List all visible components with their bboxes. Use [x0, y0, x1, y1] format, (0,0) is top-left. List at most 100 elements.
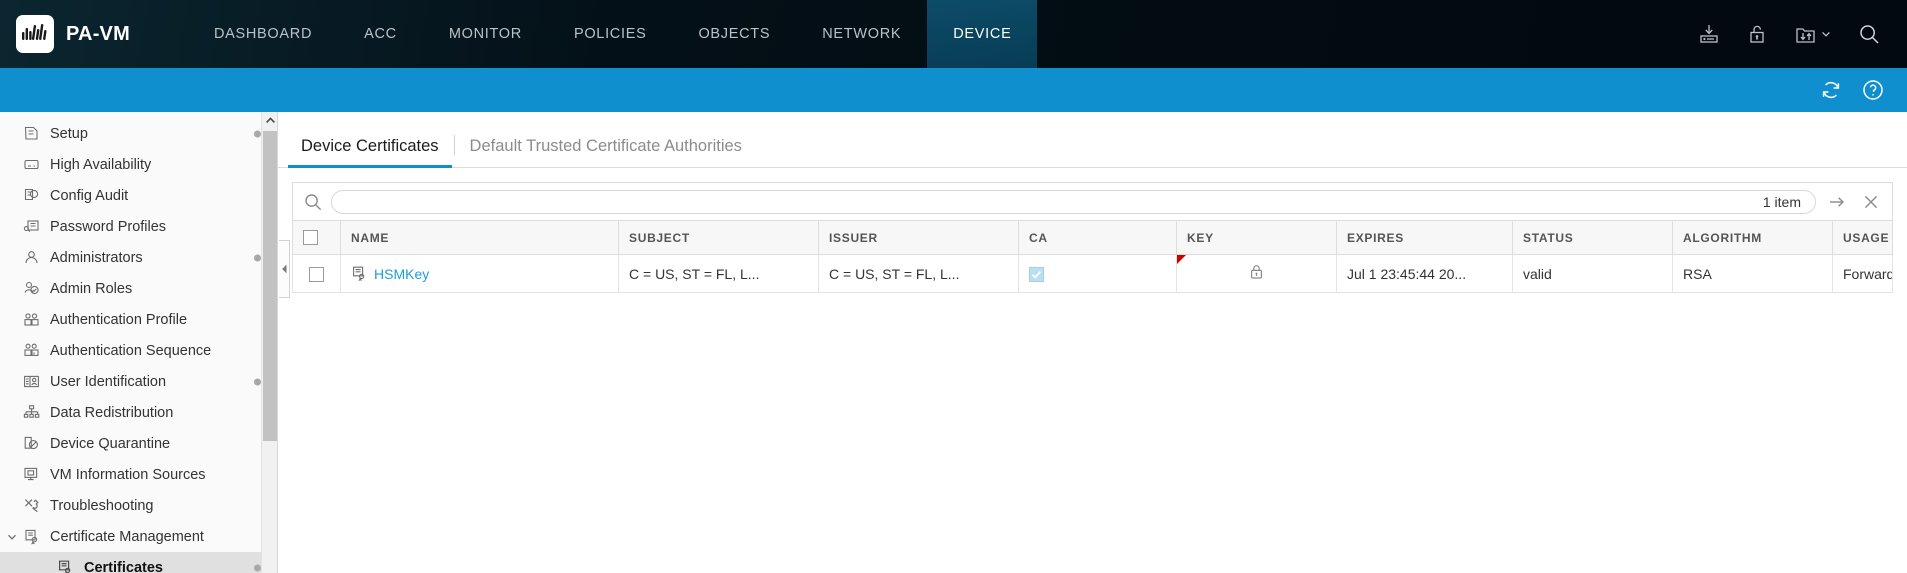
- column-header-subject[interactable]: SUBJECT: [618, 219, 819, 256]
- cell-key: [1176, 254, 1337, 294]
- device-quarantine-icon: [22, 434, 41, 453]
- sidebar-item-label: User Identification: [50, 373, 167, 390]
- table-header-row: NAME SUBJECT ISSUER CA KEY EXPIRES STATU…: [292, 219, 1893, 256]
- row-checkbox[interactable]: [309, 267, 324, 283]
- config-audit-icon: [22, 186, 41, 205]
- close-icon[interactable]: [1858, 192, 1884, 212]
- sidebar-item-label: Authentication Profile: [50, 311, 188, 328]
- authentication-profile-icon: [22, 310, 41, 329]
- table-area: 1 item NAME SUBJECT ISSUER CA KEY EXPIRE…: [278, 168, 1907, 573]
- sidebar-item-user-identification[interactable]: User Identification: [0, 366, 277, 397]
- nav-tab-acc[interactable]: ACC: [338, 0, 423, 68]
- sidebar-item-label: Troubleshooting: [50, 497, 154, 514]
- sidebar-item-label: Password Profiles: [50, 218, 167, 235]
- sidebar-item-label: Administrators: [50, 249, 143, 266]
- content-tabs: Device Certificates Default Trusted Cert…: [278, 112, 1907, 168]
- sidebar-item-label: High Availability: [50, 156, 152, 173]
- sidebar-item-device-quarantine[interactable]: Device Quarantine: [0, 428, 277, 459]
- nav-tab-network[interactable]: NETWORK: [796, 0, 927, 68]
- tab-default-trusted-certificate-authorities[interactable]: Default Trusted Certificate Authorities: [457, 137, 755, 167]
- arrow-right-icon[interactable]: [1824, 192, 1850, 212]
- body-container: Setup High Availability Config Audit Pas…: [0, 112, 1907, 573]
- data-redistribution-icon: [22, 403, 41, 422]
- column-header-key[interactable]: KEY: [1176, 219, 1337, 256]
- troubleshooting-icon: [22, 496, 41, 515]
- column-header-status[interactable]: STATUS: [1512, 219, 1673, 256]
- cell-name: HSMKey: [340, 254, 619, 294]
- main-content: Device Certificates Default Trusted Cert…: [278, 112, 1907, 573]
- sidebar-item-label: Authentication Sequence: [50, 342, 212, 359]
- sidebar-item-list: Setup High Availability Config Audit Pas…: [0, 112, 277, 573]
- sidebar-item-label: Data Redistribution: [50, 404, 174, 421]
- nav-tab-policies[interactable]: POLICIES: [548, 0, 673, 68]
- search-icon[interactable]: [303, 192, 323, 212]
- nav-tab-dashboard[interactable]: DASHBOARD: [188, 0, 338, 68]
- sidebar-item-dot: [254, 254, 261, 261]
- certificate-name-link[interactable]: HSMKey: [374, 266, 429, 282]
- sidebar-item-label: VM Information Sources: [50, 466, 206, 483]
- column-header-usage[interactable]: USAGE: [1832, 219, 1893, 256]
- certificates-table: NAME SUBJECT ISSUER CA KEY EXPIRES STATU…: [292, 219, 1893, 294]
- high-availability-icon: [22, 155, 41, 174]
- sidebar-item-vm-information-sources[interactable]: VM Information Sources: [0, 459, 277, 490]
- password-profiles-icon: [22, 217, 41, 236]
- table-row[interactable]: HSMKey C = US, ST = FL, L... C = US, ST …: [292, 254, 1893, 294]
- commit-icon[interactable]: [1698, 23, 1720, 45]
- certificate-icon: [351, 265, 368, 282]
- search-icon[interactable]: [1857, 22, 1881, 46]
- top-bar-actions: [1698, 0, 1907, 68]
- item-count-label: 1 item: [1762, 193, 1801, 210]
- sidebar-item-administrators[interactable]: Administrators: [0, 242, 277, 273]
- sidebar-item-authentication-sequence[interactable]: Authentication Sequence: [0, 335, 277, 366]
- unlock-icon[interactable]: [1746, 23, 1768, 45]
- help-icon[interactable]: [1861, 78, 1885, 102]
- nav-tab-objects[interactable]: OBJECTS: [672, 0, 796, 68]
- action-blue-bar: [0, 68, 1907, 112]
- chevron-down-icon[interactable]: [6, 531, 18, 543]
- chevron-up-icon[interactable]: [262, 112, 277, 129]
- column-header-expires[interactable]: EXPIRES: [1336, 219, 1513, 256]
- sidebar-item-high-availability[interactable]: High Availability: [0, 149, 277, 180]
- config-transfer-icon[interactable]: [1794, 23, 1831, 45]
- sidebar-item-label: Certificate Management: [50, 528, 204, 545]
- sidebar-item-password-profiles[interactable]: Password Profiles: [0, 211, 277, 242]
- column-header-name[interactable]: NAME: [340, 219, 619, 256]
- warning-flag-icon: [1177, 255, 1186, 265]
- collapse-left-icon[interactable]: [279, 240, 290, 298]
- sidebar-item-config-audit[interactable]: Config Audit: [0, 180, 277, 211]
- sidebar-item-setup[interactable]: Setup: [0, 118, 277, 149]
- sidebar-item-admin-roles[interactable]: Admin Roles: [0, 273, 277, 304]
- column-header-algorithm[interactable]: ALGORITHM: [1672, 219, 1833, 256]
- ca-checkbox[interactable]: [1029, 267, 1044, 283]
- sidebar-item-troubleshooting[interactable]: Troubleshooting: [0, 490, 277, 521]
- sidebar-item-authentication-profile[interactable]: Authentication Profile: [0, 304, 277, 335]
- sidebar-scrollbar[interactable]: [261, 112, 277, 573]
- sidebar-item-label: Certificates: [84, 559, 163, 573]
- column-header-issuer[interactable]: ISSUER: [818, 219, 1019, 256]
- sidebar-scrollbar-thumb[interactable]: [263, 131, 277, 441]
- sidebar-item-data-redistribution[interactable]: Data Redistribution: [0, 397, 277, 428]
- chevron-down-icon: [1822, 31, 1830, 37]
- column-header-ca[interactable]: CA: [1018, 219, 1177, 256]
- authentication-sequence-icon: [22, 341, 41, 360]
- row-select-cell: [292, 254, 341, 294]
- sidebar-item-label: Admin Roles: [50, 280, 133, 297]
- sidebar: Setup High Availability Config Audit Pas…: [0, 112, 278, 573]
- pan-waveform-logo-icon: [16, 15, 54, 53]
- sidebar-item-certificate-management[interactable]: Certificate Management: [0, 521, 277, 552]
- nav-tab-device[interactable]: DEVICE: [927, 0, 1038, 68]
- search-row: 1 item: [292, 182, 1893, 220]
- search-input[interactable]: [346, 193, 1763, 210]
- cell-issuer: C = US, ST = FL, L...: [818, 254, 1019, 294]
- select-all-checkbox[interactable]: [303, 230, 318, 246]
- sidebar-item-dot: [254, 378, 261, 385]
- user-identification-icon: [22, 372, 41, 391]
- top-navigation-bar: PA-VM DASHBOARD ACC MONITOR POLICIES OBJ…: [0, 0, 1907, 68]
- tab-device-certificates[interactable]: Device Certificates: [288, 137, 452, 168]
- cell-algorithm: RSA: [1672, 254, 1833, 294]
- nav-tab-monitor[interactable]: MONITOR: [423, 0, 548, 68]
- sidebar-item-certificates[interactable]: Certificates: [0, 552, 277, 573]
- lock-icon: [1248, 263, 1265, 281]
- sidebar-item-dot: [254, 130, 261, 137]
- refresh-icon[interactable]: [1819, 78, 1843, 102]
